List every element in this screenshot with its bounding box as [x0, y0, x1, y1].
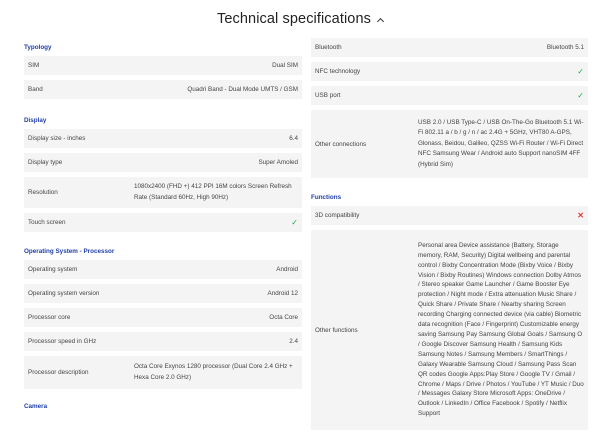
spec-row-resolution: Resolution 1080x2400 (FHD +) 412 PPI 16M…	[24, 177, 302, 208]
spec-value: USB 2.0 / USB Type-C / USB On-The-Go Blu…	[418, 118, 584, 168]
spec-value: Bluetooth 5.1	[546, 44, 584, 51]
spec-row-bluetooth: Bluetooth Bluetooth 5.1	[311, 38, 588, 57]
spec-row-display-type: Display type Super Amoled	[24, 153, 302, 172]
spec-label: Resolution	[28, 189, 58, 196]
spec-label: 3D compatibility	[315, 212, 360, 219]
section-title-display: Display	[24, 116, 47, 124]
spec-value: Quadri Band - Dual Mode UMTS / GSM	[187, 86, 298, 93]
check-icon: ✓	[577, 91, 584, 100]
spec-value: 6.4	[289, 135, 298, 142]
section-title-functions: Functions	[311, 193, 342, 201]
section-title-os-processor: Operating System - Processor	[24, 247, 115, 255]
spec-value: Super Amoled	[258, 159, 298, 166]
spec-row-processor-core: Processor core Octa Core	[24, 308, 302, 327]
spec-label: Operating system version	[28, 290, 100, 297]
spec-label: USB port	[315, 92, 341, 99]
spec-row-processor-description: Processor description Octa Core Exynos 1…	[24, 356, 302, 389]
spec-label: Band	[28, 86, 43, 93]
specs-left-column: Typology SIM Dual SIM Band Quadri Band -…	[24, 38, 302, 415]
spec-row-other-connections: Other connections USB 2.0 / USB Type-C /…	[311, 110, 588, 178]
spec-label: NFC technology	[315, 68, 361, 75]
spec-label: Processor speed in GHz	[28, 338, 97, 345]
spec-label: Touch screen	[28, 219, 66, 226]
spec-row-nfc: NFC technology ✓	[311, 62, 588, 81]
spec-label: Bluetooth	[315, 44, 342, 51]
spec-row-sim: SIM Dual SIM	[24, 56, 302, 75]
section-title-camera: Camera	[24, 402, 48, 410]
spec-value: 1080x2400 (FHD +) 412 PPI 16M colors Scr…	[134, 183, 292, 201]
spec-label: Processor core	[28, 314, 71, 321]
specs-header-toggle[interactable]: Technical specifications	[0, 0, 600, 38]
check-icon: ✓	[291, 218, 298, 227]
spec-row-usb-port: USB port ✓	[311, 86, 588, 105]
spec-row-display-size: Display size - inches 6.4	[24, 129, 302, 148]
spec-row-3d-compatibility: 3D compatibility ✕	[311, 206, 588, 225]
spec-label: Display type	[28, 159, 63, 166]
page-title: Technical specifications	[217, 11, 371, 27]
spec-value: Octa Core Exynos 1280 processor (Dual Co…	[134, 363, 293, 381]
spec-row-other-functions: Other functions Personal area Device ass…	[311, 230, 588, 430]
spec-label: Processor description	[28, 369, 89, 376]
spec-value: Octa Core	[269, 314, 298, 321]
spec-row-touch-screen: Touch screen ✓	[24, 213, 302, 232]
spec-row-os: Operating system Android	[24, 260, 302, 279]
spec-value: 2.4	[289, 338, 298, 345]
spec-value: Dual SIM	[272, 62, 298, 69]
spec-row-processor-speed: Processor speed in GHz 2.4	[24, 332, 302, 351]
spec-label: Operating system	[28, 266, 78, 273]
check-icon: ✓	[577, 67, 584, 76]
spec-label: SIM	[28, 62, 40, 69]
spec-value: Personal area Device assistance (Battery…	[418, 241, 584, 418]
spec-row-band: Band Quadri Band - Dual Mode UMTS / GSM	[24, 80, 302, 99]
spec-row-os-version: Operating system version Android 12	[24, 284, 302, 303]
specs-right-column: Bluetooth Bluetooth 5.1 NFC technology ✓…	[311, 38, 588, 430]
chevron-up-icon	[376, 17, 384, 25]
spec-label: Other functions	[315, 326, 358, 334]
spec-label: Other connections	[315, 140, 367, 148]
cross-icon: ✕	[577, 211, 584, 220]
spec-value: Android 12	[267, 290, 298, 297]
section-title-typology: Typology	[24, 43, 52, 51]
spec-label: Display size - inches	[28, 135, 86, 142]
spec-value: Android	[276, 266, 298, 273]
